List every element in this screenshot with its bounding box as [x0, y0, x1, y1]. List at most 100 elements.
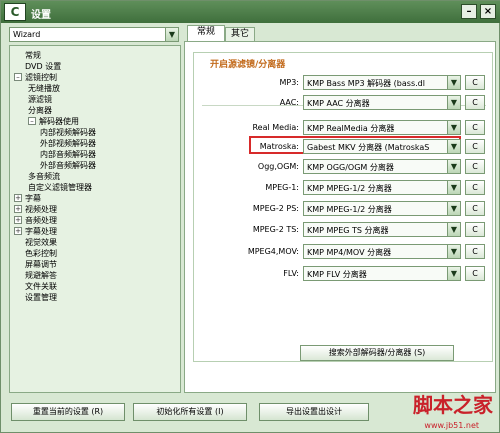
tree-item[interactable]: + 视频处理: [14, 204, 57, 215]
export-settings-button[interactable]: 导出设置出设计: [259, 403, 369, 421]
tree-item[interactable]: 无缝播放: [28, 83, 60, 94]
settings-tree[interactable]: 常规 DVD 设置 – 滤镜控制 无缝播放 源滤镜 分离器 – 解码器使用 内部视频解码器 外部视频…: [9, 45, 181, 393]
tree-item[interactable]: 色彩控制: [25, 248, 57, 259]
splitter-select[interactable]: KMP Bass MP3 解码器 (bass.dl ▼: [303, 75, 461, 90]
chevron-down-icon[interactable]: ▼: [447, 121, 460, 134]
configure-button[interactable]: C: [465, 159, 485, 174]
tree-item[interactable]: 分离器: [28, 105, 52, 116]
tree-item-label: 字幕: [25, 194, 41, 203]
tree-item-label: 内部音频解码器: [40, 150, 96, 159]
chevron-down-icon[interactable]: ▼: [447, 76, 460, 89]
splitter-select[interactable]: KMP MPEG-1/2 分离器 ▼: [303, 201, 461, 216]
splitter-select[interactable]: KMP AAC 分离器 ▼: [303, 95, 461, 110]
reset-current-button[interactable]: 重置当前的设置 (R): [11, 403, 125, 421]
splitter-select[interactable]: KMP FLV 分离器 ▼: [303, 266, 461, 281]
format-label: MPEG-2 PS:: [252, 204, 299, 213]
tree-item-label: 无缝播放: [28, 84, 60, 93]
window-title: 设置: [31, 10, 51, 21]
splitter-select-value: KMP MP4/MOV 分离器: [307, 248, 392, 257]
chevron-down-icon[interactable]: ▼: [447, 96, 460, 109]
tree-item[interactable]: – 滤镜控制: [14, 72, 57, 83]
splitter-select[interactable]: KMP MP4/MOV 分离器 ▼: [303, 244, 461, 259]
collapse-icon[interactable]: –: [28, 117, 36, 125]
tree-item[interactable]: 源滤镜: [28, 94, 52, 105]
tree-item-label: 设置管理: [25, 293, 57, 302]
tree-item-label: 自定义滤镜管理器: [28, 183, 92, 192]
chevron-down-icon[interactable]: ▼: [447, 202, 460, 215]
tree-item-label: 常规: [25, 51, 41, 60]
tree-item-label: 色彩控制: [25, 249, 57, 258]
tab-other[interactable]: 其它: [225, 27, 255, 41]
tree-item-label: 文件关联: [25, 282, 57, 291]
splitter-select[interactable]: KMP MPEG TS 分离器 ▼: [303, 222, 461, 237]
collapse-icon[interactable]: –: [14, 73, 22, 81]
configure-button[interactable]: C: [465, 222, 485, 237]
minimize-button[interactable]: –: [461, 4, 477, 19]
splitter-select[interactable]: KMP OGG/OGM 分离器 ▼: [303, 159, 461, 174]
tree-item[interactable]: 设置管理: [25, 292, 57, 303]
expand-icon[interactable]: +: [14, 216, 22, 224]
tree-item[interactable]: + 字幕: [14, 193, 41, 204]
tree-item[interactable]: 多音频流: [28, 171, 60, 182]
watermark-url: www.jb51.net: [424, 421, 479, 430]
splitter-select-value: KMP RealMedia 分离器: [307, 124, 395, 133]
tree-item[interactable]: 内部音频解码器: [40, 149, 96, 160]
chevron-down-icon[interactable]: ▼: [447, 245, 460, 258]
tree-item[interactable]: 自定义滤镜管理器: [28, 182, 92, 193]
app-icon: C: [4, 3, 26, 21]
tree-item[interactable]: 外部音频解码器: [40, 160, 96, 171]
format-label: Ogg,OGM:: [257, 162, 299, 171]
splitter-select-value: Gabest MKV 分离器 (MatroskaS: [307, 143, 430, 152]
close-button[interactable]: ×: [480, 4, 496, 19]
chevron-down-icon[interactable]: ▼: [447, 160, 460, 173]
tree-item[interactable]: – 解码器使用: [28, 116, 79, 127]
format-label: AAC:: [279, 98, 299, 107]
configure-button[interactable]: C: [465, 266, 485, 281]
splitter-select[interactable]: KMP RealMedia 分离器 ▼: [303, 120, 461, 135]
expand-icon[interactable]: +: [14, 194, 22, 202]
tree-item[interactable]: 视觉效果: [25, 237, 57, 248]
configure-button[interactable]: C: [465, 180, 485, 195]
title-bar: C 设置 – ×: [1, 1, 500, 23]
splitter-select[interactable]: Gabest MKV 分离器 (MatroskaS ▼: [303, 139, 461, 154]
tree-item[interactable]: 内部视频解码器: [40, 127, 96, 138]
tree-item[interactable]: 文件关联: [25, 281, 57, 292]
splitter-select-value: KMP OGG/OGM 分离器: [307, 163, 394, 172]
chevron-down-icon[interactable]: ▼: [447, 223, 460, 236]
chevron-down-icon[interactable]: ▼: [447, 267, 460, 280]
chevron-down-icon[interactable]: ▼: [447, 181, 460, 194]
configure-button[interactable]: C: [465, 95, 485, 110]
tree-item[interactable]: 外部视频解码器: [40, 138, 96, 149]
configure-button[interactable]: C: [465, 201, 485, 216]
splitter-select-value: KMP Bass MP3 解码器 (bass.dl: [307, 79, 425, 88]
format-label: MPEG-2 TS:: [252, 225, 299, 234]
tree-item[interactable]: + 字幕处理: [14, 226, 57, 237]
tree-item-label: 解码器使用: [39, 117, 79, 126]
format-label: Matroska:: [259, 142, 299, 151]
configure-button[interactable]: C: [465, 139, 485, 154]
chevron-down-icon[interactable]: ▼: [447, 140, 460, 153]
tree-item-label: 外部视频解码器: [40, 139, 96, 148]
tree-item[interactable]: 常规: [25, 50, 41, 61]
tree-item-label: 视频处理: [25, 205, 57, 214]
tree-item-label: 外部音频解码器: [40, 161, 96, 170]
splitter-select[interactable]: KMP MPEG-1/2 分离器 ▼: [303, 180, 461, 195]
settings-window: C 设置 – × Wizard ▼ 常规 DVD 设置 – 滤镜控制 无缝播放 源滤镜 分离…: [0, 0, 500, 433]
init-all-button[interactable]: 初始化所有设置 (I): [133, 403, 247, 421]
splitter-select-value: KMP AAC 分离器: [307, 99, 370, 108]
tree-item[interactable]: DVD 设置: [25, 61, 61, 72]
tree-item[interactable]: 规避解答: [25, 270, 57, 281]
chevron-down-icon[interactable]: ▼: [165, 28, 178, 41]
tab-general[interactable]: 常规: [187, 25, 225, 41]
watermark-logo: 脚本之家: [413, 393, 493, 417]
search-external-decoders-button[interactable]: 搜索外部解码器/分离器 (S): [300, 345, 454, 361]
tree-item[interactable]: 屏幕调节: [25, 259, 57, 270]
configure-button[interactable]: C: [465, 244, 485, 259]
tree-item[interactable]: + 音频处理: [14, 215, 57, 226]
configure-button[interactable]: C: [465, 120, 485, 135]
tree-item-label: 视觉效果: [25, 238, 57, 247]
profile-select[interactable]: Wizard ▼: [9, 27, 179, 42]
expand-icon[interactable]: +: [14, 227, 22, 235]
expand-icon[interactable]: +: [14, 205, 22, 213]
configure-button[interactable]: C: [465, 75, 485, 90]
